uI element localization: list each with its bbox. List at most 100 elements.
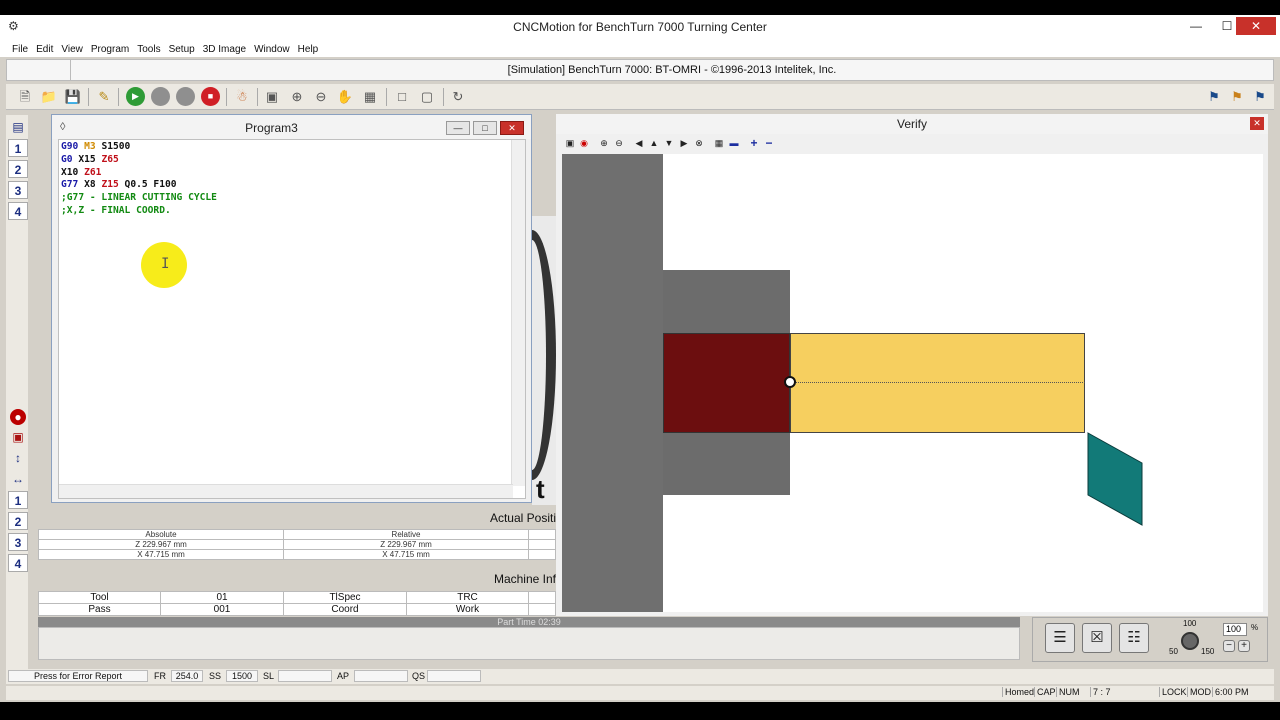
axis-control-icon[interactable]: ▤ — [9, 119, 27, 136]
code-token: G0 — [61, 153, 79, 165]
message-area — [38, 627, 1020, 660]
code-line[interactable]: G0 X15 Z65 — [61, 154, 217, 167]
position-3-button[interactable]: 3 — [8, 181, 28, 199]
program-clear-button[interactable]: ☒ — [1082, 623, 1112, 653]
verify-zoom-in-icon[interactable]: ⊕ — [598, 136, 610, 150]
menu-program[interactable]: Program — [87, 41, 133, 55]
cut-region — [663, 333, 790, 433]
verify-rotate-down-icon[interactable]: ▼ — [663, 136, 675, 150]
program-editor[interactable]: G90 M3 S1500 G0 X15 Z65 X10 Z61 G77 X8 Z15 … — [58, 139, 526, 499]
feed-override-knob[interactable] — [1181, 632, 1199, 650]
feed-decrease-button[interactable]: − — [1223, 640, 1235, 652]
menu-bar: File Edit View Program Tools Setup 3D Image Win… — [0, 39, 1280, 57]
verify-display-icon[interactable]: ▬ — [728, 136, 740, 150]
verify-save-icon[interactable]: ▣ — [564, 136, 576, 150]
verify-plus-icon[interactable]: + — [748, 136, 760, 150]
program-vertical-scrollbar[interactable] — [511, 140, 525, 486]
toolbar-separator — [257, 88, 258, 106]
num-indicator: NUM — [1056, 687, 1080, 697]
load-program-icon[interactable]: ✎ — [95, 88, 113, 106]
run-icon[interactable]: ▶ — [126, 87, 145, 106]
stop-icon[interactable]: ■ — [201, 87, 220, 106]
bottom-status-bar: Homed CAP NUM 7 : 7 LOCK MOD 6:00 PM — [6, 686, 1274, 700]
record-icon[interactable]: ● — [10, 409, 26, 425]
teach-position-3-button[interactable]: 3 — [8, 533, 28, 551]
verify-rotate-left-icon[interactable]: ◀ — [633, 136, 645, 150]
feed-increase-button[interactable]: + — [1238, 640, 1250, 652]
zoom-out-icon[interactable]: ⊖ — [312, 88, 330, 106]
verify-record-icon[interactable]: ◉ — [578, 136, 590, 150]
status-bar: Press for Error Report FR 254.0 SS 1500 … — [6, 669, 1274, 684]
menu-3d-image[interactable]: 3D Image — [199, 41, 250, 55]
code-line[interactable]: X10 Z61 — [61, 167, 217, 180]
absolute-x-value: X 47.715 mm — [38, 549, 284, 560]
tool-label: Tool — [38, 591, 161, 604]
verify-zoom-out-icon[interactable]: ⊖ — [613, 136, 625, 150]
verify-reset-view-icon[interactable]: ⊗ — [693, 136, 705, 150]
verify-titlebar[interactable]: Verify ✕ — [556, 114, 1268, 134]
refresh-icon[interactable]: ↻ — [449, 88, 467, 106]
machine-home-icon[interactable]: ⚑ — [1228, 88, 1246, 106]
menu-view[interactable]: View — [57, 41, 87, 55]
close-button[interactable]: ✕ — [1236, 17, 1276, 35]
program-close-button[interactable]: ✕ — [500, 121, 524, 135]
zoom-in-icon[interactable]: ⊕ — [288, 88, 306, 106]
menu-setup[interactable]: Setup — [165, 41, 199, 55]
verify-minus-icon[interactable]: − — [763, 136, 775, 150]
workpiece-stock — [790, 333, 1085, 433]
code-token: S1500 — [101, 141, 131, 152]
code-line[interactable]: ;X,Z - FINAL COORD. — [61, 205, 217, 218]
camera-icon[interactable]: ▣ — [263, 88, 281, 106]
verify-canvas[interactable] — [562, 154, 1263, 612]
program-minimize-button[interactable]: — — [446, 121, 470, 135]
menu-window[interactable]: Window — [250, 41, 294, 55]
pan-hand-icon[interactable]: ✋ — [336, 88, 354, 106]
code-line[interactable]: ;G77 - LINEAR CUTTING CYCLE — [61, 192, 217, 205]
verify-rotate-up-icon[interactable]: ▲ — [648, 136, 660, 150]
left-toolbar: ▤ 1 2 3 4 ● ▣ ↕ ↔ 1 2 3 4 — [6, 115, 28, 675]
reset-icon[interactable]: ☃ — [233, 88, 251, 106]
machine-view-icon[interactable]: ⚑ — [1205, 88, 1223, 106]
teach-position-1-button[interactable]: 1 — [8, 491, 28, 509]
menu-help[interactable]: Help — [294, 41, 323, 55]
program-horizontal-scrollbar[interactable] — [59, 484, 513, 498]
feed-percent-input[interactable]: 100 — [1223, 623, 1247, 636]
menu-file[interactable]: File — [8, 41, 32, 55]
program-steps-button[interactable]: ☷ — [1119, 623, 1149, 653]
teach-position-2-button[interactable]: 2 — [8, 512, 28, 530]
program-list-button[interactable]: ☰ — [1045, 623, 1075, 653]
jog-z-icon[interactable]: ↕ — [9, 450, 27, 467]
teach-position-4-button[interactable]: 4 — [8, 554, 28, 572]
app-title: CNCMotion for BenchTurn 7000 Turning Cen… — [513, 20, 767, 34]
menu-tools[interactable]: Tools — [133, 41, 164, 55]
machine-setup-icon[interactable]: ⚑ — [1251, 88, 1269, 106]
position-1-button[interactable]: 1 — [8, 139, 28, 157]
position-4-button[interactable]: 4 — [8, 202, 28, 220]
menu-edit[interactable]: Edit — [32, 41, 57, 55]
machine-info-title: Machine Inf — [493, 572, 556, 586]
minimize-button[interactable]: — — [1181, 17, 1211, 35]
step-icon[interactable] — [151, 87, 170, 106]
program-code[interactable]: G90 M3 S1500 G0 X15 Z65 X10 Z61 G77 X8 Z15 … — [61, 141, 217, 218]
save-icon[interactable]: 💾 — [64, 88, 82, 106]
program-window-titlebar[interactable]: ◊ Program3 — □ ✕ — [52, 115, 531, 139]
error-report-button[interactable]: Press for Error Report — [8, 670, 148, 682]
position-2-button[interactable]: 2 — [8, 160, 28, 178]
open-folder-icon[interactable]: 📁 — [40, 88, 58, 106]
fit-view-icon[interactable]: ▦ — [361, 88, 379, 106]
absolute-z-value: Z 229.967 mm — [38, 539, 284, 550]
program-maximize-button[interactable]: □ — [473, 121, 497, 135]
teach-icon[interactable]: ▣ — [9, 429, 27, 446]
pause-icon[interactable] — [176, 87, 195, 106]
chuck-body — [562, 154, 663, 612]
table-cell — [528, 549, 556, 560]
verify-close-button[interactable]: ✕ — [1250, 117, 1264, 130]
new-file-icon[interactable]: 🗎 — [16, 88, 34, 106]
verify-view-icon[interactable]: ▦ — [713, 136, 725, 150]
jog-x-icon[interactable]: ↔ — [9, 471, 27, 488]
code-line[interactable]: G77 X8 Z15 Q0.5 F100 — [61, 179, 217, 192]
verify-rotate-right-icon[interactable]: ▶ — [678, 136, 690, 150]
view-front-icon[interactable]: □ — [393, 88, 411, 106]
view-side-icon[interactable]: ▢ — [418, 88, 436, 106]
code-line[interactable]: G90 M3 S1500 — [61, 141, 217, 154]
